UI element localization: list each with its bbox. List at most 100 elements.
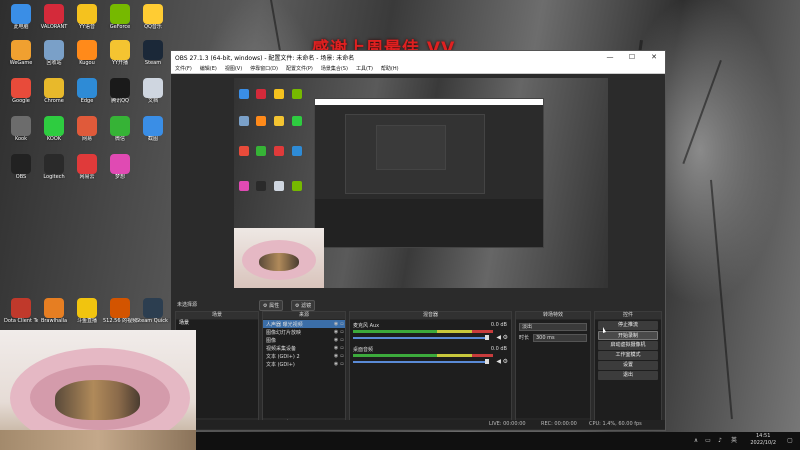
window-title: OBS 27.1.3 (64-bit, windows) - 配置文件: 未命名… (175, 55, 355, 62)
desktop-icon[interactable]: Google (4, 78, 38, 104)
lock-icon[interactable]: ▫ (339, 353, 345, 359)
desktop-icon[interactable]: 截图 (136, 116, 170, 142)
source-item[interactable]: 图像幻灯片放映 ◉ ▫ (263, 328, 345, 336)
cpu-status: CPU: 1.4%, 60.00 fps (589, 421, 642, 427)
desktop-icon[interactable]: YY开播 (103, 40, 137, 66)
desktop-icon[interactable]: Edge (70, 78, 104, 104)
desktop-icon[interactable]: 此电脑 (4, 4, 38, 30)
menu-item[interactable]: 工具(T) (356, 65, 373, 72)
speaker-icon[interactable]: ◀ (496, 358, 501, 365)
desktop-icon[interactable]: 微信 (103, 116, 137, 142)
mixer-channel: 桌面音频 0.0 dB ◀ ⚙ (350, 346, 511, 370)
app-icon (44, 40, 64, 60)
desktop-icon[interactable]: 腾讯QQ (103, 78, 137, 104)
duration-value: 300 ms (536, 335, 555, 341)
chevron-up-icon[interactable]: ∧ (692, 437, 700, 445)
app-icon (44, 298, 64, 318)
desktop-icon[interactable]: VALORANT (37, 4, 71, 30)
lock-icon[interactable]: ▫ (339, 321, 345, 327)
gear-icon[interactable]: ⚙ (503, 334, 508, 341)
source-item[interactable]: 视频采集设备 ◉ ▫ (263, 344, 345, 352)
desktop-icon[interactable]: KOOK (37, 116, 71, 142)
control-button[interactable]: 停止推流 (598, 321, 658, 330)
transition-duration-row: 时长 300 ms (519, 334, 587, 342)
app-icon (143, 4, 163, 24)
menu-item[interactable]: 帮助(H) (381, 65, 399, 72)
desktop-icon-label: GeForce (109, 24, 131, 30)
control-button[interactable]: 设置 (598, 361, 658, 370)
desktop-icon[interactable]: Logitech (37, 154, 71, 180)
desktop-icon[interactable]: Brawlhalla (37, 298, 71, 324)
close-icon[interactable]: ✕ (643, 51, 665, 64)
properties-button[interactable]: ⚙ 属性 (259, 300, 284, 311)
desktop-icon[interactable]: 网易 (70, 116, 104, 142)
duration-input[interactable]: 300 ms (533, 334, 587, 342)
menu-item[interactable]: 视图(V) (225, 65, 242, 72)
desktop-icon[interactable]: 网易云 (70, 154, 104, 180)
transition-type-select[interactable]: 淡出 (519, 323, 587, 331)
desktop-icon[interactable]: QQ音乐 (136, 4, 170, 30)
network-icon[interactable]: ▭ (704, 437, 712, 445)
volume-slider[interactable] (353, 359, 489, 364)
lock-icon[interactable]: ▫ (339, 329, 345, 335)
lock-icon[interactable]: ▫ (339, 361, 345, 367)
minimize-icon[interactable]: — (599, 51, 621, 64)
volume-slider-knob[interactable] (485, 335, 489, 340)
desktop-icon[interactable]: 512.56 的视频 (103, 298, 137, 324)
desktop-icon[interactable]: GeForce (103, 4, 137, 30)
volume-slider-knob[interactable] (485, 359, 489, 364)
desktop-icon-label: Dota Client Terminator (4, 318, 38, 324)
desktop-icon[interactable]: Steam Quick Run (136, 298, 170, 324)
mixer-dock-title: 混音器 (350, 312, 511, 319)
menu-item[interactable]: 停靠窗口(D) (250, 65, 278, 72)
obs-docks: 未选择源 ⚙ 属性 ⚙ 滤镜 场景 场景 ∧ ∨ 来源 人声器 曝光视频◉▫图像… (171, 299, 665, 429)
desktop-icon[interactable]: 文档 (136, 78, 170, 104)
lock-icon[interactable]: ▫ (339, 337, 345, 343)
input-language[interactable]: 英 (730, 437, 738, 445)
filters-button[interactable]: ⚙ 滤镜 (291, 300, 316, 311)
preview-canvas[interactable] (234, 78, 608, 288)
volume-meter (353, 354, 493, 357)
desktop-icon[interactable]: WeGame (4, 40, 38, 66)
desktop-icon[interactable]: YY语音 (70, 4, 104, 30)
control-button[interactable]: 开始录制 (598, 331, 658, 340)
gear-icon[interactable]: ⚙ (503, 358, 508, 365)
app-icon (143, 298, 163, 318)
desktop-icon[interactable]: Kook (4, 116, 38, 142)
app-icon (77, 154, 97, 174)
control-button[interactable]: 退出 (598, 371, 658, 380)
menu-item[interactable]: 场景集合(S) (321, 65, 348, 72)
app-icon (77, 4, 97, 24)
desktop-icon[interactable]: Kugou (70, 40, 104, 66)
desktop-icon[interactable]: Chrome (37, 78, 71, 104)
speaker-icon[interactable]: ◀ (496, 334, 501, 341)
clock[interactable]: 14:51 2022/10/2 (750, 433, 776, 447)
control-button[interactable]: 启动虚拟摄像机 (598, 341, 658, 350)
transitions-body: 淡出 时长 300 ms (516, 320, 590, 418)
desktop-icon[interactable]: OBS (4, 154, 38, 180)
desktop-icon[interactable]: 回收站 (37, 40, 71, 66)
volume-icon[interactable]: ♪ (716, 437, 724, 445)
desktop-icon[interactable]: Dota Client Terminator (4, 298, 38, 324)
volume-slider[interactable] (353, 335, 489, 340)
desktop-icon-label: 微信 (114, 136, 125, 142)
menu-item[interactable]: 编辑(E) (200, 65, 217, 72)
scene-item[interactable]: 场景 (176, 320, 258, 327)
menu-item[interactable]: 配置文件(P) (286, 65, 313, 72)
source-name: 图像幻灯片放映 (266, 329, 302, 336)
desktop-icon[interactable]: Steam (136, 40, 170, 66)
desktop-icon[interactable]: 斗鱼直播 (70, 298, 104, 324)
desktop-icon[interactable]: 梦想 (103, 154, 137, 180)
source-item[interactable]: 人声器 曝光视频 ◉ ▫ (263, 320, 345, 328)
maximize-icon[interactable]: ☐ (621, 51, 643, 64)
properties-label: 属性 (269, 303, 280, 309)
menu-item[interactable]: 文件(F) (175, 65, 192, 72)
app-icon (110, 298, 130, 318)
source-item[interactable]: 文本 (GDI+) 2 ◉ ▫ (263, 352, 345, 360)
lock-icon[interactable]: ▫ (339, 345, 345, 351)
source-item[interactable]: 文本 (GDI+) ◉ ▫ (263, 360, 345, 368)
notification-icon[interactable]: ▢ (786, 437, 794, 445)
source-item[interactable]: 图像 ◉ ▫ (263, 336, 345, 344)
control-button[interactable]: 工作室模式 (598, 351, 658, 360)
filters-label: 滤镜 (301, 303, 312, 309)
